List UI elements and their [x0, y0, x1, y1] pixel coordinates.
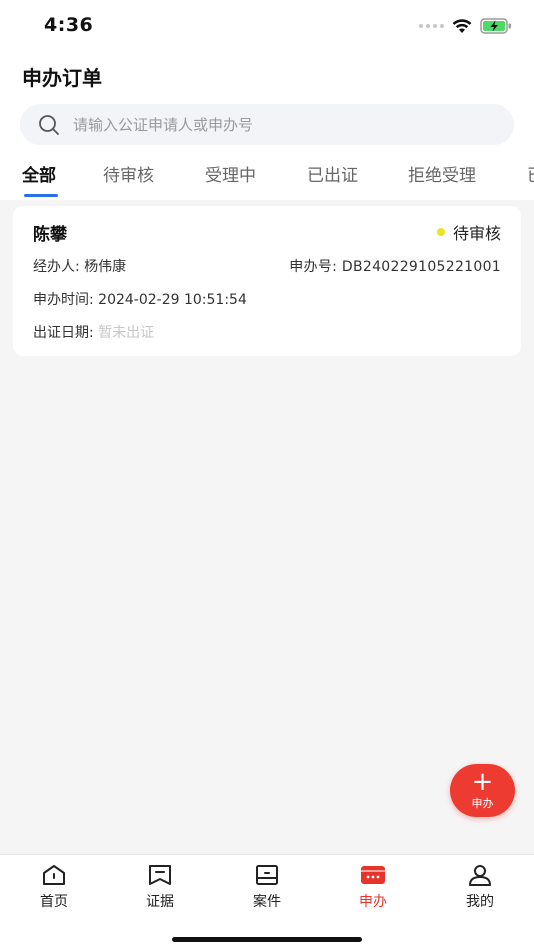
case-icon: [256, 865, 278, 885]
home-indicator[interactable]: [172, 937, 362, 942]
bottom-nav: 首页 证据 案件 申办 我的: [0, 854, 534, 950]
cellular-signal-icon: [419, 24, 444, 28]
home-icon: [43, 865, 65, 885]
search-bar[interactable]: [20, 104, 514, 145]
status-dot-icon: [436, 228, 445, 236]
active-tab-indicator: [24, 194, 58, 197]
order-status: 待审核: [436, 220, 501, 244]
battery-charging-icon: [480, 18, 511, 34]
handler-value: 杨伟康: [84, 259, 127, 275]
apply-time-label: 申办时间:: [33, 292, 94, 308]
tab-rejected[interactable]: 拒绝受理: [408, 161, 476, 186]
status-time: 4:36: [44, 14, 94, 36]
nav-item-case[interactable]: 案件: [227, 863, 307, 911]
status-bar: 4:36: [0, 0, 534, 52]
cert-date-value: 暂未出证: [98, 325, 155, 341]
applicant-name: 陈攀: [33, 225, 67, 245]
order-status-label: 待审核: [452, 224, 501, 243]
tab-more-partial[interactable]: 已: [527, 161, 534, 186]
cert-date-label: 出证日期:: [33, 325, 94, 341]
order-number-label: 申办号:: [289, 259, 338, 275]
apply-time-row: 申办时间: 2024-02-29 10:51:54: [33, 289, 247, 309]
handler-label: 经办人:: [33, 259, 80, 275]
app-screen: 4:36 申办订单 请输入公证申请人或申办号 全部 待审核 受理中 已出证 拒绝…: [0, 0, 534, 950]
plus-icon: +: [471, 766, 494, 797]
status-icons: [419, 16, 512, 36]
nav-label-evidence: 证据: [146, 894, 174, 910]
user-icon: [469, 865, 491, 886]
search-input[interactable]: [73, 115, 473, 134]
nav-item-apply[interactable]: 申办: [333, 863, 413, 911]
status-tabs: 全部 待审核 受理中 已出证 拒绝受理 已: [0, 155, 534, 200]
nav-label-home: 首页: [40, 894, 68, 910]
nav-label-apply: 申办: [359, 894, 387, 910]
apply-icon: [361, 866, 385, 884]
nav-label-case: 案件: [253, 894, 281, 910]
tab-processing[interactable]: 受理中: [205, 161, 256, 186]
handler-row: 经办人: 杨伟康: [33, 256, 126, 276]
search-icon: [38, 114, 60, 136]
tab-certified[interactable]: 已出证: [307, 161, 358, 186]
new-application-button[interactable]: + 申办: [450, 764, 515, 817]
nav-item-profile[interactable]: 我的: [440, 863, 520, 911]
cert-date-row: 出证日期: 暂未出证: [33, 322, 154, 342]
evidence-icon: [149, 865, 171, 885]
new-application-label: 申办: [471, 796, 494, 810]
nav-item-evidence[interactable]: 证据: [120, 863, 200, 911]
wifi-icon: [452, 18, 472, 33]
order-number-value: DB240229105221001: [341, 259, 501, 275]
nav-item-home[interactable]: 首页: [14, 863, 94, 911]
nav-label-profile: 我的: [466, 894, 494, 910]
tab-all[interactable]: 全部: [22, 161, 56, 186]
header-area: 4:36 申办订单 请输入公证申请人或申办号 全部 待审核 受理中 已出证 拒绝…: [0, 0, 534, 200]
page-title: 申办订单: [22, 66, 102, 90]
apply-time-value: 2024-02-29 10:51:54: [98, 292, 247, 308]
order-card[interactable]: 陈攀 待审核 经办人: 杨伟康 申办号: DB240229105221001 申…: [13, 206, 521, 356]
order-number-row: 申办号: DB240229105221001: [289, 256, 501, 276]
tab-pending-review[interactable]: 待审核: [103, 161, 154, 186]
